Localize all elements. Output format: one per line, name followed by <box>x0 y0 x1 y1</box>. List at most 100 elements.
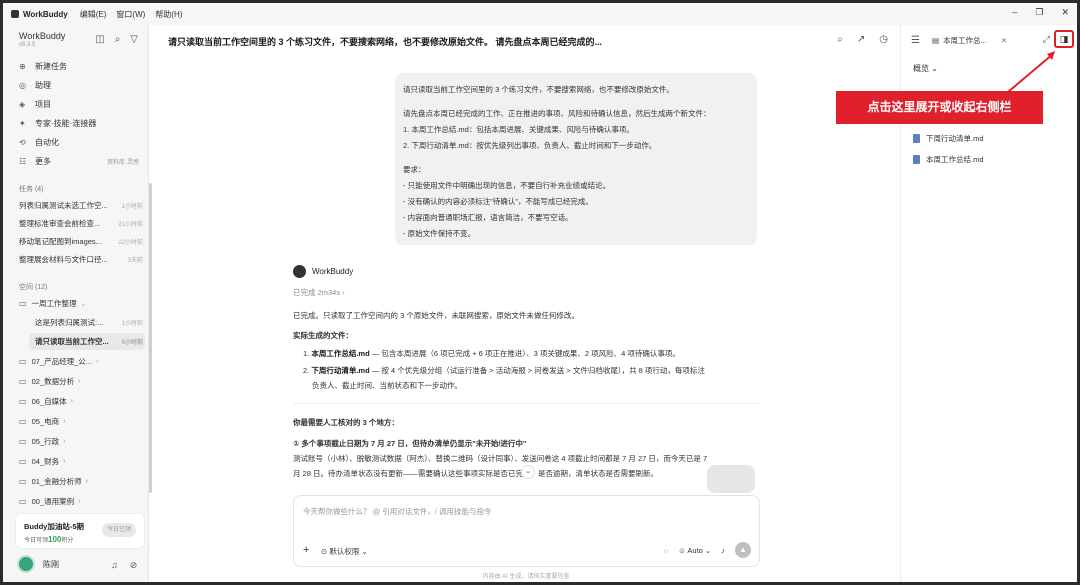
close-icon[interactable]: ✕ <box>1061 7 1069 18</box>
chevron-down-icon: ⌄ <box>80 300 87 308</box>
chevron-right-icon: › <box>342 288 345 297</box>
folder-item[interactable]: ▭ 01_金融分析师 › <box>19 473 143 490</box>
folder-item[interactable]: ▭ 05_行政 › <box>19 433 143 450</box>
chevron-right-icon: › <box>63 438 66 445</box>
nav-more[interactable]: ☷ 更多 资料库·灵感 <box>11 152 143 171</box>
folder-item[interactable]: ▭ 06_自媒体 › <box>19 393 143 410</box>
automation-icon: ⟲ <box>19 138 26 147</box>
menu-window[interactable]: 窗口(W) <box>116 9 145 20</box>
window-controls: – ❐ ✕ <box>1012 7 1069 18</box>
file-item[interactable]: 下周行动清单.md <box>913 133 984 144</box>
promo-claim-button[interactable]: 今日已领 <box>102 523 136 537</box>
conversation-title: 请只读取当前工作空间里的 3 个练习文件，不要搜索网络，也不要修改原始文件。 请… <box>168 37 603 47</box>
chat-input-placeholder[interactable]: 今天帮你做些什么？ @ 引用对话文件，/ 调用技能与指令 <box>303 506 491 517</box>
share-icon[interactable]: ↗ <box>857 34 865 45</box>
response-heading: 你最需要人工核对的 3 个地方： <box>293 418 399 427</box>
user-profile[interactable]: 陈刚 <box>17 555 59 573</box>
model-selector[interactable]: ☺ Auto ⌄ <box>678 546 711 555</box>
markdown-file-icon <box>913 134 920 143</box>
titlebar: WorkBuddy 编辑(E) 窗口(W) 帮助(H) – ❐ ✕ <box>3 3 1077 25</box>
scroll-down-button[interactable]: ⌄ <box>521 465 535 479</box>
folder-item[interactable]: ▭ 02_数据分析 › <box>19 373 143 390</box>
permission-selector[interactable]: ⊙ 默认权限 ⌄ <box>321 546 368 557</box>
robot-icon: ☺ <box>678 545 686 555</box>
assistant-name: WorkBuddy <box>312 267 354 276</box>
menu-edit[interactable]: 编辑(E) <box>80 9 107 20</box>
promo-card[interactable]: Buddy加油站-5期 今日可领100积分 今日已领 <box>15 513 145 549</box>
close-tab-icon[interactable]: ✕ <box>1001 36 1007 45</box>
loading-icon: ◌ <box>663 545 669 555</box>
task-item[interactable]: 移动笔记配图到images... 22小时前 <box>19 233 143 249</box>
maximize-icon[interactable]: ❐ <box>1035 7 1043 18</box>
sparkle-icon: ✦ <box>19 119 26 128</box>
completion-status[interactable]: 已完成 2m34s › <box>293 287 345 298</box>
bell-icon[interactable]: ♫ <box>111 560 118 571</box>
tasks-header[interactable]: 任务 (4) <box>19 184 44 194</box>
folder-icon: ▭ <box>19 417 27 426</box>
minimize-icon[interactable]: – <box>1012 7 1017 18</box>
nav-projects[interactable]: ◈ 项目 <box>11 95 143 114</box>
right-panel-toggle-button[interactable]: ◨ <box>1054 30 1074 48</box>
nav-assistant[interactable]: ◎ 助理 <box>11 76 143 95</box>
chevron-right-icon: › <box>85 478 88 485</box>
spaces-header[interactable]: 空间 (12) <box>19 282 47 292</box>
brand: WorkBuddy v5.3.5 <box>19 31 65 48</box>
file-tab[interactable]: ▤ 本周工作总... ✕ <box>932 35 1007 46</box>
input-actions: ◌ ☺ Auto ⌄ ♪ ▲ <box>664 542 751 558</box>
promo-title: Buddy加油站-5期 <box>24 522 84 531</box>
expand-icon[interactable]: ⤢ <box>1043 34 1050 45</box>
promo-points: 今日可领100积分 <box>24 535 74 544</box>
response-heading: 实际生成的文件： <box>293 331 353 340</box>
file-item[interactable]: 本周工作总结.md <box>913 154 984 165</box>
response-list-item-cont: 负责人、截止时间、当前状态和下一步动作。 <box>312 381 462 390</box>
chevron-down-icon: ⌄ <box>931 64 938 73</box>
compass-icon[interactable]: ⊘ <box>130 560 138 571</box>
markdown-file-icon <box>913 155 920 164</box>
send-button[interactable]: ▲ <box>735 542 751 558</box>
add-button[interactable]: + <box>303 544 309 556</box>
version: v5.3.5 <box>19 42 36 48</box>
app-logo-icon <box>11 10 19 18</box>
task-item[interactable]: 整理展会材料与文件口径... 3天前 <box>19 251 143 267</box>
folder-icon: ▭ <box>19 477 27 486</box>
folder-icon: ▭ <box>19 397 27 406</box>
space-task-item-active[interactable]: 请只读取当前工作空... 5小时前 <box>29 333 145 350</box>
task-item[interactable]: 列表归属测试未选工作空... 1小时前 <box>19 197 143 213</box>
nav-automation[interactable]: ⟲ 自动化 <box>11 133 143 152</box>
nav-more-hint: 资料库·灵感 <box>107 160 139 166</box>
nav-experts[interactable]: ✦ 专家·技能·连接器 <box>11 114 143 133</box>
chevron-down-icon: ⌄ <box>361 547 368 556</box>
chat-input-box[interactable]: 今天帮你做些什么？ @ 引用对话文件，/ 调用技能与指令 + ⊙ 默认权限 ⌄ … <box>293 495 760 567</box>
response-list-item: 1. 本周工作总结.md — 包含本周进展（6 项已完成 + 6 项正在推进）、… <box>303 349 680 358</box>
space-task-item[interactable]: 这是列表归属测试:... 1小时前 <box>29 314 145 331</box>
menu-help[interactable]: 帮助(H) <box>155 9 182 20</box>
overview-dropdown[interactable]: 概览 ⌄ <box>913 63 938 74</box>
microphone-icon[interactable]: ♪ <box>721 546 725 555</box>
response-paragraph: 测试账号（小林）、脱敏测试数据（阿杰）、替换二维码（设计同事）、发送问卷这 4 … <box>293 454 708 463</box>
workbuddy-logo-icon <box>293 265 306 278</box>
sidebar-toggle-icon[interactable]: ◫ <box>95 34 104 45</box>
search-icon[interactable]: ⌕ <box>115 34 121 45</box>
folder-item[interactable]: ▭ 一周工作整理 ⌄ <box>19 295 143 312</box>
annotation-arrow <box>1007 51 1055 93</box>
folder-item[interactable]: ▭ 04_财务 › <box>19 453 143 470</box>
sidebar: WorkBuddy v5.3.5 ◫ ⌕ ▽ ⊕ 新建任务 ◎ 助理 ◈ 项目 ✦ 专家… <box>3 25 149 582</box>
folder-icon: ▭ <box>19 357 27 366</box>
plus-circle-icon: ⊕ <box>19 62 26 71</box>
document-icon: ▤ <box>931 35 940 45</box>
search-icon[interactable]: ⌕ <box>837 34 843 45</box>
ai-disclaimer: 内容由 AI 生成，请核实重要信息 <box>482 574 570 580</box>
nav-new-task[interactable]: ⊕ 新建任务 <box>11 57 143 76</box>
folder-item[interactable]: ▭ 07_产品经理_公... › <box>19 353 143 370</box>
chevron-down-icon: ⌄ <box>704 545 712 555</box>
user-name: 陈刚 <box>43 559 59 569</box>
response-paragraph: 已完成。只读取了工作空间内的 3 个原始文件，未联网搜索，原始文件未做任何修改。 <box>293 311 579 320</box>
history-icon[interactable]: ◷ <box>879 34 888 45</box>
folder-item[interactable]: ▭ 00_通用案例 › <box>19 493 143 510</box>
folder-item[interactable]: ▭ 05_电商 › <box>19 413 143 430</box>
folder-icon: ▭ <box>19 377 27 386</box>
menu-icon[interactable]: ☰ <box>911 35 920 46</box>
filter-icon[interactable]: ▽ <box>130 34 138 45</box>
task-item[interactable]: 整理标准审查会前检查... 21小时前 <box>19 215 143 231</box>
folder-icon: ▭ <box>19 457 27 466</box>
